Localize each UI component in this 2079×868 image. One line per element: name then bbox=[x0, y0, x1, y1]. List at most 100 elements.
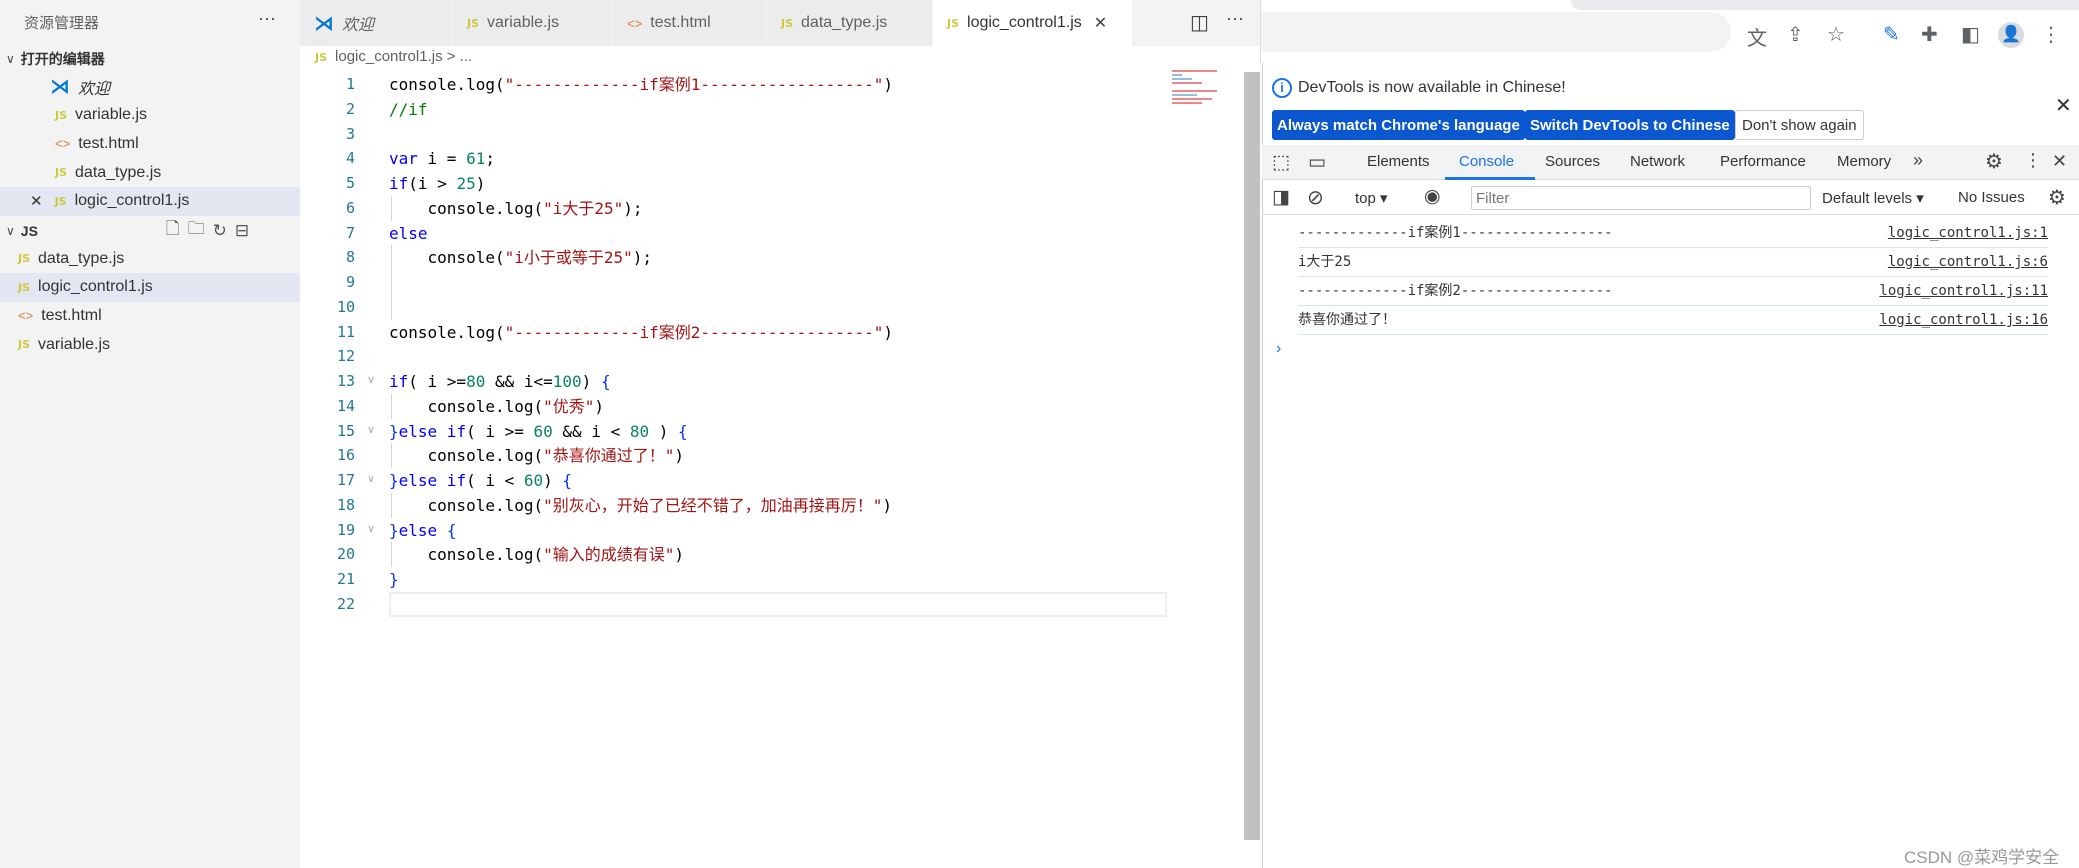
editor-scrollbar[interactable] bbox=[1244, 72, 1260, 840]
more-tabs-icon[interactable]: » bbox=[1913, 150, 1923, 171]
profile-avatar[interactable]: 👤 bbox=[1998, 22, 2024, 48]
minimap[interactable] bbox=[1172, 68, 1222, 108]
file-item[interactable]: JS logic_control1.js bbox=[0, 272, 300, 302]
devtools-tab-sources[interactable]: Sources bbox=[1545, 153, 1600, 170]
refresh-icon[interactable]: ↻ bbox=[213, 221, 227, 241]
code-line[interactable]: console.log("-------------if案例2---------… bbox=[389, 320, 893, 345]
fold-chevron-icon[interactable]: ∨ bbox=[367, 522, 375, 535]
fold-chevron-icon[interactable]: ∨ bbox=[367, 373, 375, 386]
code-token: ) bbox=[543, 471, 563, 491]
code-token: //if bbox=[389, 99, 428, 119]
new-folder-icon[interactable]: 🗀 bbox=[188, 216, 205, 245]
console-settings-gear-icon[interactable]: ⚙ bbox=[2048, 185, 2066, 210]
devtools-tab-performance[interactable]: Performance bbox=[1720, 153, 1806, 170]
log-levels-dropdown[interactable]: Default levels ▾ bbox=[1822, 189, 1924, 207]
file-item[interactable]: JS variable.js bbox=[0, 330, 300, 359]
devtools-menu-icon[interactable]: ⋮ bbox=[2024, 150, 2042, 171]
code-line[interactable]: }else if( i >= 60 && i < 80 ) { bbox=[389, 419, 688, 444]
settings-gear-icon[interactable]: ⚙ bbox=[1985, 149, 2003, 174]
tab-[interactable]: ⋊ 欢迎 bbox=[300, 0, 453, 46]
devtools-close-icon[interactable]: ✕ bbox=[2052, 151, 2067, 172]
code-line[interactable]: console("i小于或等于25"); bbox=[389, 245, 653, 270]
extensions-puzzle-icon[interactable]: ✚ bbox=[1921, 22, 1938, 47]
infobar-close-icon[interactable]: ✕ bbox=[2055, 93, 2072, 118]
console-message: -------------if案例1------------------ logi… bbox=[1298, 219, 2048, 248]
devtools-tab-console[interactable]: Console bbox=[1459, 153, 1514, 170]
open-editor-item[interactable]: ✕ JS logic_control1.js bbox=[0, 186, 300, 216]
code-line[interactable]: console.log("-------------if案例1---------… bbox=[389, 72, 893, 97]
code-line[interactable]: if(i > 25) bbox=[389, 171, 485, 196]
new-file-icon[interactable]: 🗋 bbox=[166, 216, 180, 245]
extension-pen-icon[interactable]: ✎ bbox=[1883, 22, 1900, 47]
code-line[interactable]: console.log("i大于25"); bbox=[389, 196, 643, 221]
file-item[interactable]: JS data_type.js bbox=[0, 244, 300, 273]
split-editor-icon[interactable]: ◫ bbox=[1190, 10, 1209, 35]
open-editor-item[interactable]: JS data_type.js bbox=[0, 158, 300, 187]
bookmark-star-icon[interactable]: ☆ bbox=[1827, 22, 1845, 47]
close-icon[interactable]: ✕ bbox=[30, 192, 43, 210]
breadcrumb[interactable]: JS logic_control1.js > ... bbox=[315, 48, 472, 65]
file-name: variable.js bbox=[38, 335, 111, 353]
file-item[interactable]: <> test.html bbox=[0, 301, 300, 330]
console-message: i大于25 logic_control1.js:6 bbox=[1298, 248, 2048, 277]
source-link[interactable]: logic_control1.js:1 bbox=[1888, 219, 2048, 248]
code-token: "-------------if案例2------------------" bbox=[504, 322, 884, 342]
code-line[interactable]: //if bbox=[389, 97, 428, 122]
tab-label: test.html bbox=[650, 14, 711, 31]
dont-show-again-button[interactable]: Don't show again bbox=[1735, 110, 1864, 140]
code-line[interactable]: console.log("优秀") bbox=[389, 394, 605, 419]
indent-guide bbox=[391, 492, 392, 518]
code-line[interactable]: }else { bbox=[389, 518, 456, 543]
device-toolbar-icon[interactable]: ▭ bbox=[1308, 151, 1326, 174]
side-panel-icon[interactable]: ◧ bbox=[1961, 22, 1980, 47]
code-line[interactable]: else bbox=[389, 221, 428, 246]
live-expression-eye-icon[interactable]: ◉ bbox=[1424, 185, 1441, 208]
tab-testhtml[interactable]: <> test.html bbox=[613, 0, 767, 46]
open-editor-item[interactable]: ⋊ 欢迎 bbox=[0, 72, 300, 101]
fold-chevron-icon[interactable]: ∨ bbox=[367, 423, 375, 436]
issues-button[interactable]: No Issues bbox=[1958, 189, 2025, 206]
context-selector[interactable]: top ▾ bbox=[1355, 189, 1388, 207]
share-icon[interactable]: ⇪ bbox=[1787, 22, 1804, 47]
more-icon[interactable]: ··· bbox=[258, 8, 276, 29]
devtools-tab-network[interactable]: Network bbox=[1630, 153, 1685, 170]
infobar-message: DevTools is now available in Chinese! bbox=[1298, 79, 1566, 96]
code-token: } bbox=[389, 471, 399, 491]
address-bar[interactable] bbox=[1261, 12, 1731, 52]
code-line[interactable]: console.log("恭喜你通过了！") bbox=[389, 443, 685, 468]
open-editors-header[interactable]: ∨ 打开的编辑器 bbox=[0, 44, 300, 73]
chrome-menu-icon[interactable]: ⋮ bbox=[2041, 22, 2061, 47]
always-match-language-button[interactable]: Always match Chrome's language bbox=[1272, 110, 1525, 140]
fold-chevron-icon[interactable]: ∨ bbox=[367, 472, 375, 485]
close-tab-icon[interactable]: ✕ bbox=[1094, 13, 1107, 33]
code-line[interactable]: }else if( i < 60) { bbox=[389, 468, 572, 493]
folder-header-js[interactable]: ∨ JS 🗋 🗀 ↻ ⊟ bbox=[0, 216, 300, 245]
devtools-tab-memory[interactable]: Memory bbox=[1837, 153, 1891, 170]
clear-console-icon[interactable]: ⊘ bbox=[1307, 185, 1324, 210]
code-line[interactable]: } bbox=[389, 567, 399, 592]
more-actions-icon[interactable]: ··· bbox=[1226, 8, 1244, 29]
source-link[interactable]: logic_control1.js:11 bbox=[1879, 277, 2048, 306]
devtools-tab-elements[interactable]: Elements bbox=[1367, 153, 1430, 170]
translate-icon[interactable]: 文 bbox=[1747, 22, 1767, 51]
source-link[interactable]: logic_control1.js:16 bbox=[1879, 306, 2048, 335]
sidebar-toggle-icon[interactable]: ◨ bbox=[1272, 186, 1290, 209]
console-input[interactable] bbox=[1296, 338, 2046, 362]
inspect-element-icon[interactable]: ⬚ bbox=[1272, 151, 1290, 174]
tab-variablejs[interactable]: JS variable.js bbox=[453, 0, 613, 46]
code-line[interactable]: console.log("输入的成绩有误") bbox=[389, 542, 685, 567]
code-token: 60 bbox=[533, 421, 553, 441]
switch-to-chinese-button[interactable]: Switch DevTools to Chinese bbox=[1525, 110, 1735, 140]
open-editor-item[interactable]: JS variable.js bbox=[0, 101, 300, 130]
code-line[interactable]: console.log("别灰心，开始了已经不错了，加油再接再厉！") bbox=[389, 493, 893, 518]
code-line[interactable]: var i = 61; bbox=[389, 146, 495, 171]
code-line[interactable]: if( i >=80 && i<=100) { bbox=[389, 369, 611, 394]
open-editor-item[interactable]: <> test.html bbox=[0, 129, 300, 158]
console-filter-input[interactable] bbox=[1471, 186, 1811, 210]
collapse-icon[interactable]: ⊟ bbox=[235, 221, 249, 241]
source-link[interactable]: logic_control1.js:6 bbox=[1888, 248, 2048, 277]
tab-logic_controljs[interactable]: JS logic_control1.js ✕ bbox=[933, 0, 1133, 46]
console-prompt-icon[interactable]: › bbox=[1276, 340, 1281, 358]
tab-data_typejs[interactable]: JS data_type.js bbox=[767, 0, 933, 46]
